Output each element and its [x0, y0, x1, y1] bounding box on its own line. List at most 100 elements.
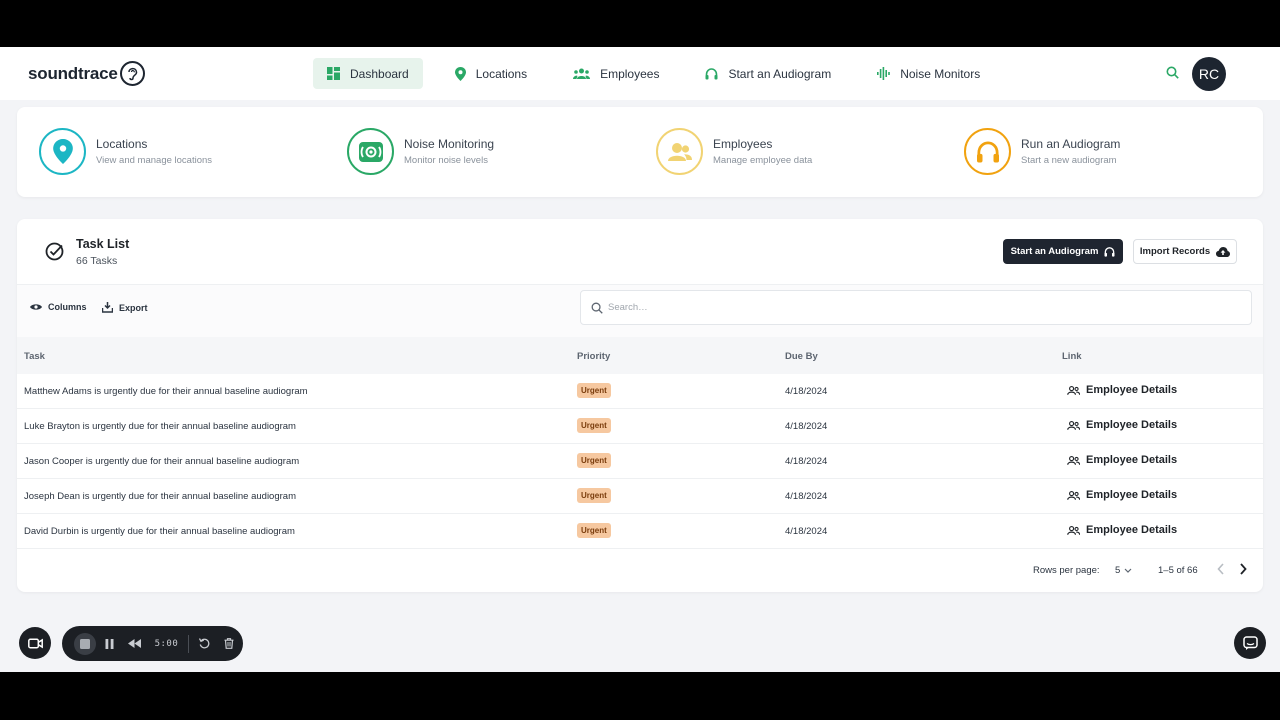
pause-recording-button[interactable] [99, 633, 121, 655]
dashboard-icon [327, 67, 340, 80]
group-icon [656, 128, 703, 175]
task-text: Joseph Dean is urgently due for their an… [24, 491, 296, 502]
employee-details-label: Employee Details [1086, 454, 1178, 466]
group-icon [1067, 455, 1080, 465]
chevron-left-icon [1217, 563, 1224, 575]
search-icon [1166, 66, 1179, 79]
nav-start-audiogram[interactable]: Start an Audiogram [691, 58, 845, 89]
recording-controls: 5:00 [62, 626, 243, 661]
pagination-range: 1–5 of 66 [1158, 565, 1198, 576]
employee-details-label: Employee Details [1086, 384, 1178, 396]
table-row: Jason Cooper is urgently due for their a… [17, 444, 1263, 479]
import-records-button[interactable]: Import Records [1133, 239, 1237, 264]
search-icon [591, 302, 603, 314]
task-search-input[interactable] [608, 302, 1208, 313]
quick-card-title: Employees [713, 137, 773, 151]
rows-per-page-select[interactable]: 5 [1115, 565, 1132, 576]
table-row: Luke Brayton is urgently due for their a… [17, 409, 1263, 444]
group-icon [1067, 385, 1080, 395]
rows-per-page-label: Rows per page: [1033, 565, 1100, 576]
next-page-button[interactable] [1239, 563, 1247, 578]
task-list-panel: Task List 66 Tasks Start an Audiogram Im… [17, 219, 1263, 592]
chevron-right-icon [1240, 563, 1247, 575]
delete-recording-button[interactable] [218, 633, 240, 655]
table-pagination: Rows per page: 5 1–5 of 66 [17, 554, 1263, 584]
priority-badge: Urgent [577, 418, 611, 433]
group-icon [1067, 420, 1080, 430]
nav-employees-label: Employees [600, 66, 660, 81]
stop-recording-button[interactable] [74, 632, 96, 655]
table-header: Task Priority Due By Link [17, 337, 1263, 374]
start-audiogram-button[interactable]: Start an Audiogram [1003, 239, 1123, 264]
nav-locations[interactable]: Locations [441, 58, 541, 89]
quick-card-noise-monitoring[interactable]: Noise Monitoring Monitor noise levels [347, 128, 494, 175]
pause-icon [105, 638, 114, 649]
top-header: soundtrace Dashboard Locations Employees… [0, 47, 1280, 100]
check-circle-icon [45, 242, 64, 266]
location-pin-icon [454, 66, 466, 81]
avatar[interactable]: RC [1192, 57, 1226, 91]
column-header-task[interactable]: Task [24, 351, 45, 362]
task-search-box [580, 290, 1252, 325]
trash-icon [224, 638, 234, 649]
chat-support-button[interactable] [1234, 627, 1266, 659]
table-row: Matthew Adams is urgently due for their … [17, 374, 1263, 409]
quick-card-employees[interactable]: Employees Manage employee data [656, 128, 812, 175]
priority-badge: Urgent [577, 383, 611, 398]
chevron-down-icon [1124, 568, 1132, 573]
table-toolbar: Columns Export [17, 285, 1263, 337]
priority-badge: Urgent [577, 453, 611, 468]
column-header-due-by[interactable]: Due By [785, 351, 818, 362]
priority-badge: Urgent [577, 488, 611, 503]
priority-badge: Urgent [577, 523, 611, 538]
video-camera-icon [27, 638, 43, 648]
headphones-icon [705, 67, 718, 79]
previous-page-button[interactable] [1217, 563, 1225, 578]
camera-toggle-button[interactable] [19, 627, 51, 659]
export-button[interactable]: Export [102, 302, 148, 313]
restart-recording-button[interactable] [193, 633, 215, 655]
recording-timer: 5:00 [154, 638, 179, 649]
cloud-upload-icon [1216, 246, 1231, 257]
due-date: 4/18/2024 [785, 456, 828, 467]
nav-dashboard[interactable]: Dashboard [313, 58, 423, 89]
employee-details-link[interactable]: Employee Details [1067, 384, 1177, 396]
export-icon [102, 302, 113, 313]
due-date: 4/18/2024 [785, 491, 828, 502]
noise-monitor-icon [347, 128, 394, 175]
headphones-icon [964, 128, 1011, 175]
start-audiogram-button-label: Start an Audiogram [1010, 246, 1099, 257]
group-icon [573, 68, 591, 79]
quick-card-subtitle: View and manage locations [96, 155, 213, 166]
employee-details-label: Employee Details [1086, 524, 1178, 536]
employee-details-link[interactable]: Employee Details [1067, 489, 1177, 501]
import-records-button-label: Import Records [1139, 246, 1211, 257]
quick-links-panel: Locations View and manage locations Nois… [17, 107, 1263, 197]
due-date: 4/18/2024 [785, 421, 828, 432]
nav-locations-label: Locations [475, 66, 528, 81]
quick-card-subtitle: Monitor noise levels [404, 155, 488, 166]
restart-icon [198, 638, 210, 649]
quick-card-locations[interactable]: Locations View and manage locations [39, 128, 212, 175]
nav-employees[interactable]: Employees [559, 58, 673, 89]
quick-card-run-audiogram[interactable]: Run an Audiogram Start a new audiogram [964, 128, 1120, 175]
rewind-button[interactable] [124, 633, 146, 655]
employee-details-link[interactable]: Employee Details [1067, 419, 1177, 431]
divider [188, 634, 190, 653]
employee-details-link[interactable]: Employee Details [1067, 454, 1177, 466]
group-icon [1067, 525, 1080, 535]
employee-details-link[interactable]: Employee Details [1067, 524, 1177, 536]
task-text: Luke Brayton is urgently due for their a… [24, 421, 296, 432]
rows-per-page-value: 5 [1115, 565, 1121, 576]
nav-dashboard-label: Dashboard [350, 66, 409, 81]
stop-icon [79, 638, 90, 649]
logo[interactable]: soundtrace [28, 61, 145, 86]
task-text: David Durbin is urgently due for their a… [24, 526, 295, 537]
columns-button[interactable]: Columns [30, 302, 87, 312]
column-header-link[interactable]: Link [1062, 351, 1082, 362]
column-header-priority[interactable]: Priority [577, 351, 610, 362]
chat-icon [1242, 635, 1258, 650]
nav-noise-monitors[interactable]: Noise Monitors [863, 58, 994, 89]
task-count: 66 Tasks [76, 255, 118, 267]
header-search-button[interactable] [1166, 66, 1179, 84]
